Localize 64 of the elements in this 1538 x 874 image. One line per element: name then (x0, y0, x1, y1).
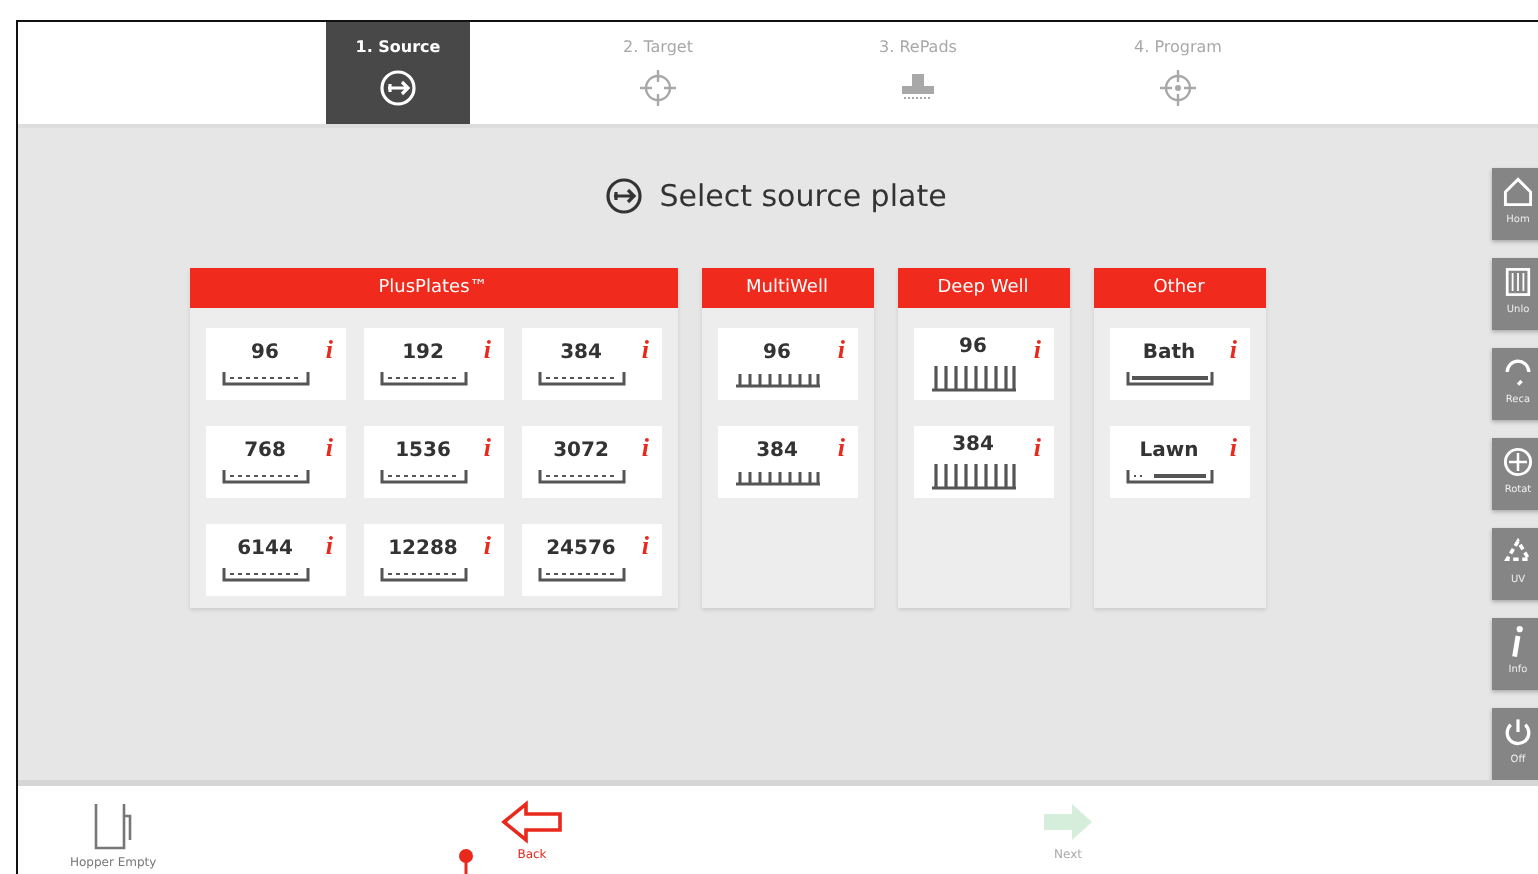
info-mark[interactable]: i (1033, 432, 1041, 465)
plate-icon (379, 566, 467, 583)
group-header: Deep Well (897, 268, 1069, 309)
info-mark[interactable]: i (483, 334, 491, 367)
group-header: Other (1093, 268, 1265, 309)
power-icon (1500, 714, 1536, 751)
info-mark[interactable]: i (641, 334, 649, 367)
info-mark[interactable]: i (1229, 334, 1237, 367)
step-tab[interactable]: 1. Source (326, 22, 470, 125)
plate-icon (537, 468, 625, 485)
plate-card[interactable]: 3072 i (521, 426, 661, 499)
plate-card[interactable]: Lawn i (1109, 426, 1249, 499)
info-mark[interactable]: i (325, 432, 333, 465)
plate-card[interactable]: 12288 i (363, 524, 503, 597)
pin-marker-icon (456, 848, 476, 874)
rotate-icon (1500, 444, 1536, 481)
info-mark[interactable]: i (1033, 334, 1041, 367)
info-mark[interactable]: i (641, 432, 649, 465)
back-arrow-icon (500, 800, 564, 845)
plate-card[interactable]: 6144 i (205, 524, 345, 597)
group-header: MultiWell (701, 268, 873, 309)
plate-card[interactable]: 768 i (205, 426, 345, 499)
info-mark[interactable]: i (837, 334, 845, 367)
group-header: PlusPlates™ (189, 268, 677, 309)
info-mark[interactable]: i (837, 432, 845, 465)
page-heading: Select source plate (659, 178, 947, 215)
info-mark[interactable]: i (483, 530, 491, 563)
info-mark[interactable]: i (483, 432, 491, 465)
plate-icon (221, 566, 309, 583)
step-tab[interactable]: 3. RePads (846, 22, 990, 125)
step-tab[interactable]: 4. Program (1106, 22, 1250, 125)
plate-icon (733, 369, 821, 388)
plate-card[interactable]: Bath i (1109, 328, 1249, 401)
hopper-icon (91, 800, 136, 853)
plate-icon (733, 467, 821, 486)
step-tab[interactable]: 2. Target (586, 22, 730, 125)
info-mark[interactable]: i (1229, 432, 1237, 465)
plate-card[interactable]: 384 i (521, 328, 661, 401)
info-mark[interactable]: i (641, 530, 649, 563)
plate-icon (221, 468, 309, 485)
plate-card[interactable]: 96 i (717, 328, 857, 401)
plate-icon (379, 370, 467, 387)
bath-icon (1125, 370, 1213, 387)
info-mark[interactable]: i (325, 334, 333, 367)
plate-card[interactable]: 384 i (913, 426, 1053, 499)
plate-icon (929, 364, 1017, 393)
home-icon (1500, 174, 1536, 211)
plate-card[interactable]: 24576 i (521, 524, 661, 597)
plate-card[interactable]: 96 i (913, 328, 1053, 401)
plate-card[interactable]: 384 i (717, 426, 857, 499)
program-icon (1158, 68, 1198, 108)
plate-card[interactable]: 1536 i (363, 426, 503, 499)
info-icon (1512, 624, 1524, 661)
plate-icon (929, 462, 1017, 491)
plate-card[interactable]: 192 i (363, 328, 503, 401)
plate-icon (379, 468, 467, 485)
lawn-icon (1125, 468, 1213, 485)
plate-icon (221, 370, 309, 387)
plate-icon (537, 566, 625, 583)
target-icon (638, 68, 678, 108)
plate-card[interactable]: 96 i (205, 328, 345, 401)
plate-icon (537, 370, 625, 387)
next-arrow-icon (1040, 800, 1096, 845)
info-mark[interactable]: i (325, 530, 333, 563)
